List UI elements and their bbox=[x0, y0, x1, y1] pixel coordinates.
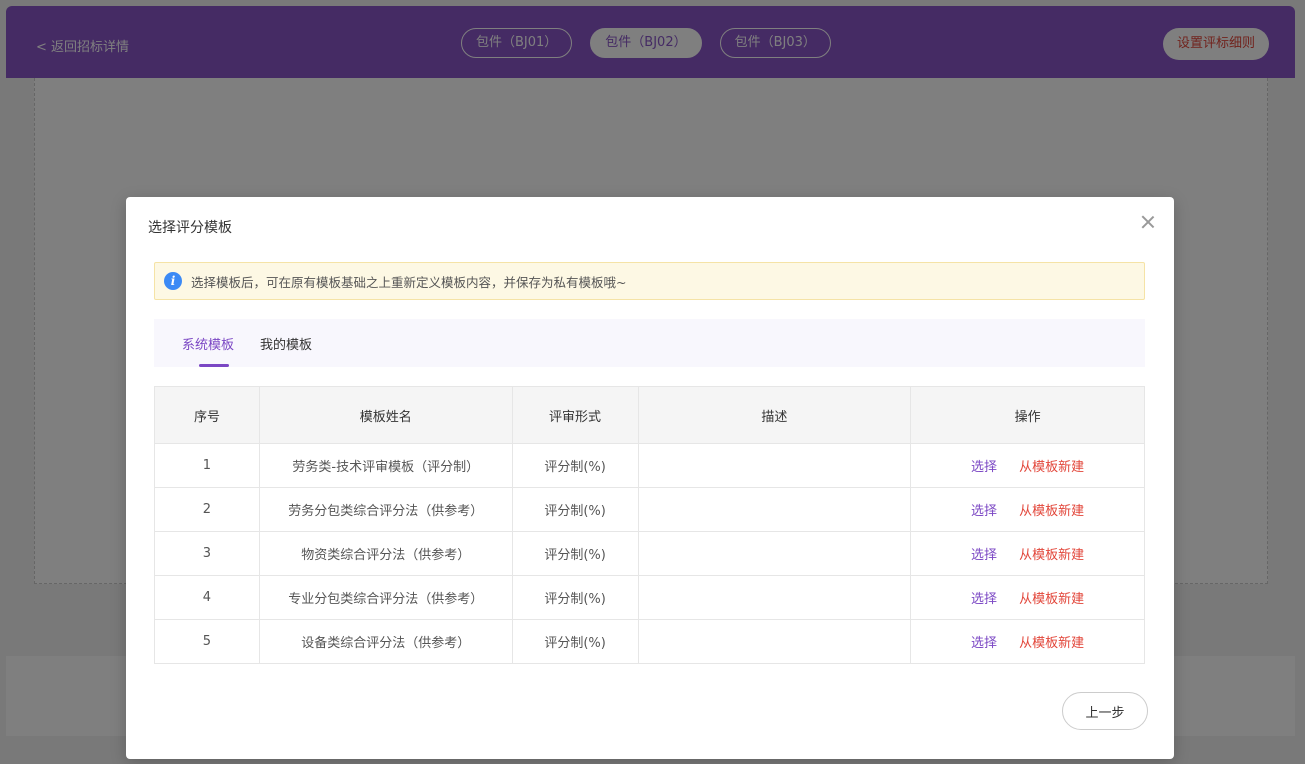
table-row: 5 设备类综合评分法（供参考） 评分制(%) 选择 从模板新建 bbox=[154, 619, 1145, 664]
template-tabs: 系统模板 我的模板 bbox=[154, 319, 1145, 367]
row-description bbox=[637, 575, 912, 620]
row-actions: 选择 从模板新建 bbox=[910, 575, 1145, 620]
select-link[interactable]: 选择 bbox=[971, 548, 997, 563]
new-from-template-link[interactable]: 从模板新建 bbox=[1019, 504, 1084, 519]
table-header-row: 序号 模板姓名 评审形式 描述 操作 bbox=[154, 386, 1145, 444]
template-table: 序号 模板姓名 评审形式 描述 操作 1 劳务类-技术评审模板（评分制） 评分制… bbox=[154, 386, 1145, 664]
select-template-modal: 选择评分模板 i 选择模板后，可在原有模板基础之上重新定义模板内容，并保存为私有… bbox=[126, 197, 1174, 759]
row-description bbox=[637, 443, 912, 488]
row-template-name: 劳务分包类综合评分法（供参考） bbox=[258, 487, 513, 532]
new-from-template-link[interactable]: 从模板新建 bbox=[1019, 548, 1084, 563]
row-description bbox=[637, 531, 912, 576]
row-actions: 选择 从模板新建 bbox=[910, 443, 1145, 488]
row-description bbox=[637, 619, 912, 664]
previous-step-button[interactable]: 上一步 bbox=[1062, 692, 1148, 730]
row-description bbox=[637, 487, 912, 532]
info-icon: i bbox=[164, 272, 182, 290]
close-icon[interactable] bbox=[1139, 213, 1157, 231]
tab-system-templates[interactable]: 系统模板 bbox=[182, 334, 234, 367]
row-template-name: 设备类综合评分法（供参考） bbox=[258, 619, 513, 664]
select-link[interactable]: 选择 bbox=[971, 592, 997, 607]
new-from-template-link[interactable]: 从模板新建 bbox=[1019, 636, 1084, 651]
row-actions: 选择 从模板新建 bbox=[910, 487, 1145, 532]
row-template-name: 劳务类-技术评审模板（评分制） bbox=[258, 443, 513, 488]
row-review-type: 评分制(%) bbox=[511, 443, 639, 488]
row-template-name: 专业分包类综合评分法（供参考） bbox=[258, 575, 513, 620]
select-link[interactable]: 选择 bbox=[971, 636, 997, 651]
row-index: 3 bbox=[154, 531, 260, 576]
row-review-type: 评分制(%) bbox=[511, 619, 639, 664]
row-template-name: 物资类综合评分法（供参考） bbox=[258, 531, 513, 576]
row-index: 4 bbox=[154, 575, 260, 620]
header-description: 描述 bbox=[637, 386, 912, 444]
tab-my-templates[interactable]: 我的模板 bbox=[260, 334, 312, 353]
header-actions: 操作 bbox=[910, 386, 1145, 444]
select-link[interactable]: 选择 bbox=[971, 460, 997, 475]
table-row: 1 劳务类-技术评审模板（评分制） 评分制(%) 选择 从模板新建 bbox=[154, 443, 1145, 488]
row-actions: 选择 从模板新建 bbox=[910, 531, 1145, 576]
new-from-template-link[interactable]: 从模板新建 bbox=[1019, 460, 1084, 475]
notice-banner: i 选择模板后，可在原有模板基础之上重新定义模板内容，并保存为私有模板哦~ bbox=[154, 262, 1145, 300]
row-actions: 选择 从模板新建 bbox=[910, 619, 1145, 664]
select-link[interactable]: 选择 bbox=[971, 504, 997, 519]
row-review-type: 评分制(%) bbox=[511, 487, 639, 532]
new-from-template-link[interactable]: 从模板新建 bbox=[1019, 592, 1084, 607]
row-review-type: 评分制(%) bbox=[511, 575, 639, 620]
table-row: 3 物资类综合评分法（供参考） 评分制(%) 选择 从模板新建 bbox=[154, 531, 1145, 576]
row-index: 1 bbox=[154, 443, 260, 488]
header-index: 序号 bbox=[154, 386, 260, 444]
table-row: 4 专业分包类综合评分法（供参考） 评分制(%) 选择 从模板新建 bbox=[154, 575, 1145, 620]
header-template-name: 模板姓名 bbox=[258, 386, 513, 444]
header-review-type: 评审形式 bbox=[511, 386, 639, 444]
modal-title: 选择评分模板 bbox=[148, 220, 232, 236]
row-review-type: 评分制(%) bbox=[511, 531, 639, 576]
table-row: 2 劳务分包类综合评分法（供参考） 评分制(%) 选择 从模板新建 bbox=[154, 487, 1145, 532]
row-index: 2 bbox=[154, 487, 260, 532]
notice-text: 选择模板后，可在原有模板基础之上重新定义模板内容，并保存为私有模板哦~ bbox=[191, 274, 627, 290]
row-index: 5 bbox=[154, 619, 260, 664]
